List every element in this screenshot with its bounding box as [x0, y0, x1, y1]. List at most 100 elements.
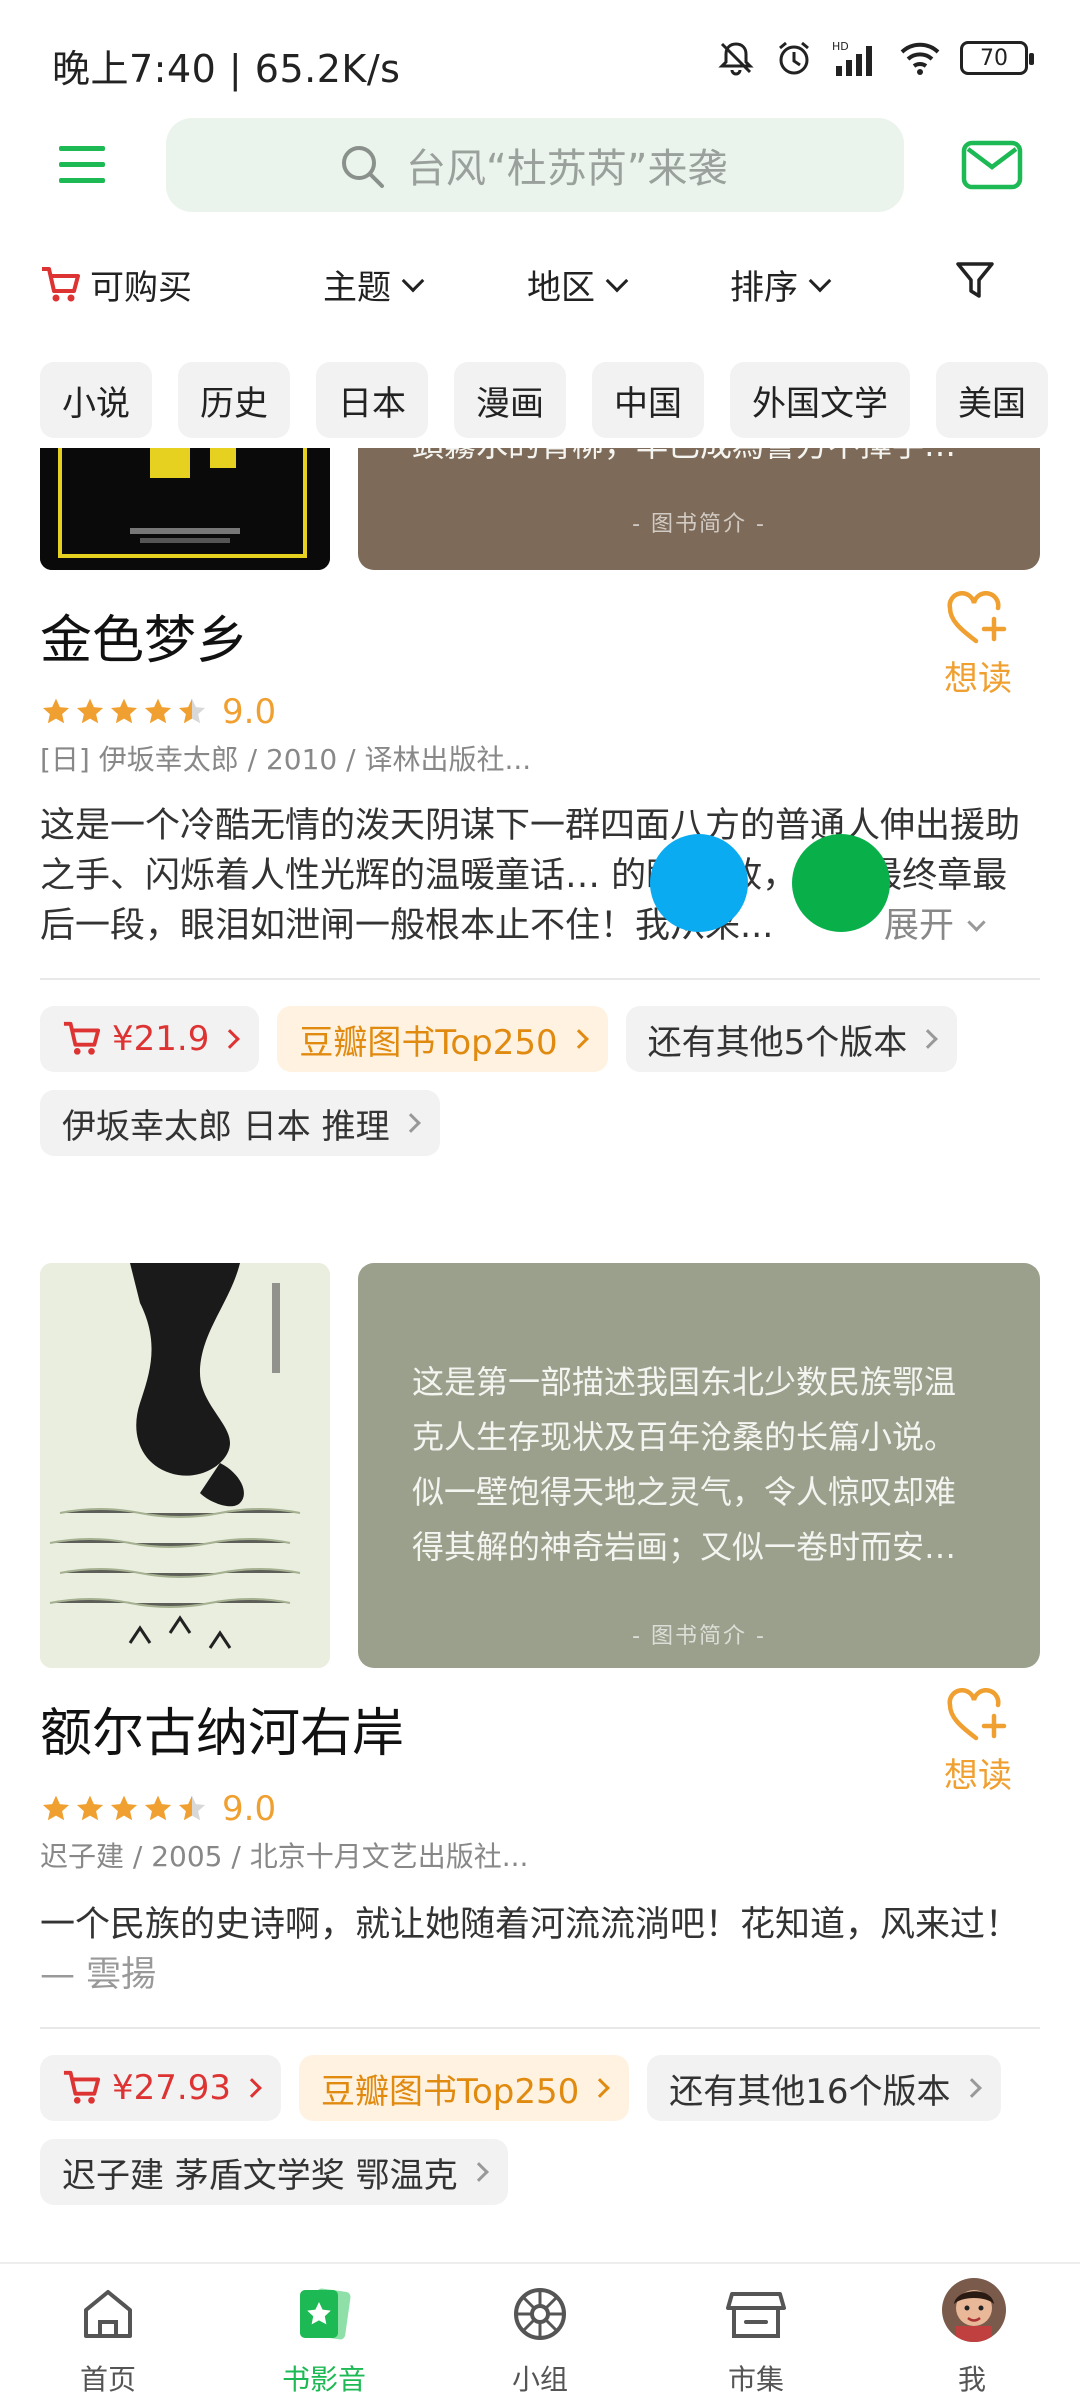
versions-chip[interactable]: 还有其他5个版本	[625, 1006, 958, 1072]
nav-market[interactable]: 市集	[648, 2264, 864, 2400]
chevron-down-icon	[401, 269, 425, 292]
nav-home[interactable]: 首页	[0, 2264, 216, 2400]
buy-price-chip[interactable]: ¥21.9	[40, 1006, 260, 1072]
nav-label: 小组	[511, 2363, 568, 2396]
heart-plus-icon	[947, 1688, 1007, 1741]
book-tags-chip[interactable]: 迟子建 茅盾文学奖 鄂温克	[40, 2139, 508, 2205]
top-bar: 台风“杜苏芮”来袭	[0, 115, 1080, 215]
want-read-button[interactable]: 想读	[940, 1688, 1016, 1797]
tag-chip[interactable]: 中国	[592, 362, 704, 438]
nav-book-movie[interactable]: 书影音	[216, 2264, 432, 2400]
filter-region-label: 地区	[527, 268, 595, 308]
book-intro-panel[interactable]: 頭霧水的青柳，早已成為警方不擇手… - 图书简介 -	[358, 448, 1040, 570]
tag-chip[interactable]: 漫画	[454, 362, 566, 438]
versions-label: 还有其他16个版本	[669, 2071, 951, 2112]
book-chips: ¥21.9 豆瓣图书Top250 还有其他5个版本 伊坂幸太郎 日本 推理	[40, 1006, 1040, 1156]
signal-icon: HD	[832, 40, 872, 76]
top250-label: 豆瓣图书Top250	[320, 2071, 580, 2112]
cover-art	[40, 448, 330, 570]
status-bar: 晚上7:40 | 65.2K/s HD 70	[0, 0, 1080, 120]
cart-icon	[63, 2070, 101, 2104]
rating: 9.0	[40, 692, 276, 732]
want-read-label: 想读	[944, 1756, 1012, 1796]
search-placeholder: 台风“杜苏芮”来袭	[406, 146, 728, 192]
book-card[interactable]: 頭霧水的青柳，早已成為警方不擇手… - 图书简介 - 金色梦乡 想读 9.0 […	[0, 448, 1080, 1188]
filter-region[interactable]: 地区	[527, 260, 629, 309]
book-feed[interactable]: 頭霧水的青柳，早已成為警方不擇手… - 图书简介 - 金色梦乡 想读 9.0 […	[0, 448, 1080, 2260]
mail-icon[interactable]	[960, 137, 1024, 193]
book-chips: ¥27.93 豆瓣图书Top250 还有其他16个版本 迟子建 茅盾文学奖 鄂温…	[40, 2055, 1040, 2205]
book-title[interactable]: 金色梦乡	[40, 598, 248, 673]
tag-chip[interactable]: 小说	[40, 362, 152, 438]
filter-sort[interactable]: 排序	[730, 260, 832, 309]
price-label: ¥21.9	[112, 1019, 210, 1059]
book-meta: 迟子建 / 2005 / 北京十月文艺出版社...	[40, 1840, 529, 1873]
expand-label: 展开	[884, 906, 955, 946]
star-icon	[42, 1795, 70, 1821]
book-intro-panel[interactable]: 这是第一部描述我国东北少数民族鄂温克人生存现状及百年沧桑的长篇小说。似一壁饱得天…	[358, 1263, 1040, 1668]
chevron-right-icon	[220, 1029, 241, 1049]
star-icon	[178, 698, 206, 724]
tag-chip[interactable]: 日本	[316, 362, 428, 438]
nav-me[interactable]: 我	[864, 2264, 1080, 2400]
want-read-button[interactable]: 想读	[940, 591, 1016, 700]
filter-funnel-button[interactable]	[955, 260, 995, 302]
book-card[interactable]: 这是第一部描述我国东北少数民族鄂温克人生存现状及百年沧桑的长篇小说。似一壁饱得天…	[0, 1263, 1080, 2260]
search-bar[interactable]: 台风“杜苏芮”来袭	[166, 118, 904, 212]
market-icon	[726, 2292, 786, 2338]
book-title[interactable]: 额尔古纳河右岸	[40, 1691, 404, 1766]
cover-art	[40, 1263, 330, 1668]
tag-chip[interactable]: 历史	[178, 362, 290, 438]
book-cover[interactable]	[40, 448, 330, 570]
intro-label: - 图书简介 -	[632, 1624, 766, 1649]
home-icon	[84, 2290, 132, 2338]
book-cover[interactable]	[40, 1263, 330, 1668]
mute-icon	[718, 42, 754, 76]
versions-chip[interactable]: 还有其他16个版本	[647, 2055, 1001, 2121]
star-icon	[76, 1795, 104, 1821]
review-text: 一个民族的史诗啊，就让她随着河流流淌吧！花知道，风来过！	[40, 1905, 1021, 1945]
star-icon	[110, 1795, 138, 1821]
book-tags-chip[interactable]: 伊坂幸太郎 日本 推理	[40, 1090, 440, 1156]
nav-label: 书影音	[281, 2363, 366, 2396]
book-review[interactable]: 一个民族的史诗啊，就让她随着河流流淌吧！花知道，风来过！ — 雲揚	[40, 1900, 1040, 2000]
svg-text:HD: HD	[832, 40, 849, 53]
review-author: — 雲揚	[40, 1955, 157, 1995]
rating-score: 9.0	[222, 692, 277, 732]
filter-buyable[interactable]: 可购买	[40, 260, 192, 309]
menu-icon[interactable]	[55, 140, 111, 190]
star-icon	[178, 1795, 206, 1821]
bottom-nav: 首页 书影音 小组 市集 我	[0, 2262, 1080, 2400]
nav-group[interactable]: 小组	[432, 2264, 648, 2400]
chevron-down-icon	[808, 269, 832, 292]
intro-text: 頭霧水的青柳，早已成為警方不擇手…	[412, 448, 986, 473]
versions-label: 还有其他5个版本	[647, 1022, 908, 1063]
filter-theme[interactable]: 主题	[323, 260, 425, 309]
rating: 9.0	[40, 1789, 276, 1829]
star-icon	[42, 698, 70, 724]
chevron-right-icon	[242, 2078, 262, 2098]
tag-chip[interactable]: 美国	[936, 362, 1048, 438]
heart-plus-icon	[947, 591, 1007, 644]
filter-theme-label: 主题	[323, 268, 391, 308]
top250-chip[interactable]: 豆瓣图书Top250	[277, 1006, 608, 1072]
buy-price-chip[interactable]: ¥27.93	[40, 2055, 281, 2121]
chevron-right-icon	[918, 1029, 939, 1049]
touch-indicator-green	[792, 834, 890, 932]
chevron-right-icon	[400, 1113, 421, 1133]
nav-label: 首页	[79, 2363, 136, 2396]
expand-button[interactable]: 展开	[878, 901, 986, 951]
book-movie-icon	[300, 2288, 351, 2340]
divider	[40, 2027, 1040, 2029]
top250-chip[interactable]: 豆瓣图书Top250	[298, 2055, 630, 2121]
top250-label: 豆瓣图书Top250	[299, 1022, 558, 1063]
chevron-down-icon	[605, 269, 629, 292]
tag-chip[interactable]: 外国文学	[730, 362, 910, 438]
tag-bar: 小说 历史 日本 漫画 中国 外国文学 美国	[40, 362, 1080, 438]
battery-level: 70	[980, 45, 1008, 71]
star-icon	[144, 698, 172, 724]
nav-label: 我	[957, 2363, 986, 2396]
cart-icon	[63, 1021, 101, 1055]
touch-indicator-blue	[650, 834, 748, 932]
group-icon	[514, 2288, 566, 2340]
